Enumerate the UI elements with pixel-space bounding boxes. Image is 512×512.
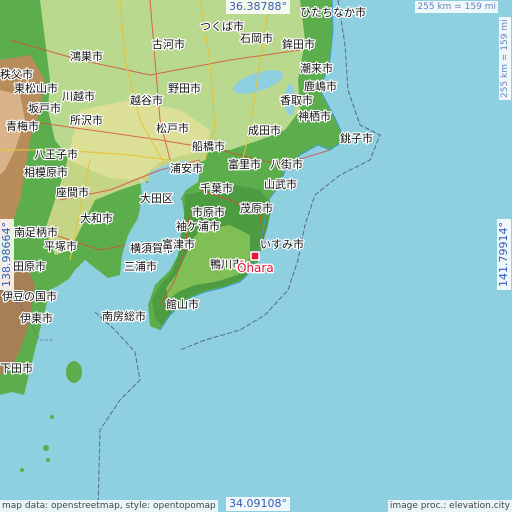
city-label: 富津市 <box>162 237 195 251</box>
south-coordinate: 34.09108° <box>226 497 290 511</box>
city-label: 富里市 <box>228 157 261 171</box>
city-label: 鉾田市 <box>282 37 315 51</box>
city-label: 松戸市 <box>156 121 189 135</box>
city-label: 石岡市 <box>240 31 273 45</box>
city-label: 三浦市 <box>124 259 157 273</box>
city-label: 相模原市 <box>24 165 68 179</box>
city-label: 八王子市 <box>34 147 78 161</box>
oshima-island <box>66 361 82 383</box>
city-label: 青梅市 <box>6 119 39 133</box>
east-coordinate: 141.79914° <box>497 219 511 290</box>
city-label: 東松山市 <box>14 81 58 95</box>
scale-right: 255 km = 159 mi <box>499 17 511 100</box>
city-label: つくば市 <box>200 19 244 33</box>
city-label: 茂原市 <box>240 201 273 215</box>
kozushima-island <box>20 468 24 472</box>
city-label: 八街市 <box>270 157 303 171</box>
city-label: 成田市 <box>248 123 281 137</box>
city-label: 山武市 <box>264 177 297 191</box>
city-label: 香取市 <box>280 93 313 107</box>
city-label: いすみ市 <box>260 237 304 251</box>
city-label: 千葉市 <box>200 181 233 195</box>
attribution-left: map data: openstreetmap, style: opentopo… <box>0 500 218 512</box>
city-label: 銚子市 <box>340 131 373 145</box>
toshima-island <box>50 415 54 419</box>
city-label: 伊東市 <box>20 311 53 325</box>
city-label: 所沢市 <box>70 113 103 127</box>
city-label: 野田市 <box>168 81 201 95</box>
city-label: 神栖市 <box>298 109 331 123</box>
pin-marker[interactable] <box>250 251 260 261</box>
city-label: ひたちなか市 <box>300 5 366 19</box>
city-label: 座間市 <box>56 185 89 199</box>
city-label: 伊豆の国市 <box>2 289 57 303</box>
city-label: 船橋市 <box>192 139 225 153</box>
city-label: 大和市 <box>80 211 113 225</box>
city-label: 坂戸市 <box>28 101 61 115</box>
highlight-label: Ōhara <box>237 261 274 275</box>
city-label: 古河市 <box>152 37 185 51</box>
west-coordinate: 138.98664° <box>0 219 14 290</box>
niijima-island <box>43 445 49 451</box>
city-label: 大田区 <box>140 191 173 205</box>
city-label: 市原市 <box>192 205 225 219</box>
city-label: 鴻巣市 <box>70 49 103 63</box>
city-label: 秩父市 <box>0 67 33 81</box>
city-label: 潮来市 <box>300 61 333 75</box>
scale-top: 255 km = 159 mi <box>415 1 498 13</box>
city-label: 南足柄市 <box>14 225 58 239</box>
city-label: 南房総市 <box>102 309 146 323</box>
city-label: 平塚市 <box>44 239 77 253</box>
city-label: 浦安市 <box>170 161 203 175</box>
north-coordinate: 36.38788° <box>226 0 290 14</box>
city-label: 鹿嶋市 <box>304 79 337 93</box>
shikinejima-island <box>46 458 50 462</box>
topographic-map[interactable]: ひたちなか市 石岡市 鉾田市 鹿嶋市 神栖市 銚子市 成田市 八街市 山武市 千… <box>0 0 512 512</box>
attribution-right: image proc.: elevation.city <box>387 500 512 512</box>
city-label: 越谷市 <box>130 93 163 107</box>
city-label: 館山市 <box>166 297 199 311</box>
city-label: 下田市 <box>0 361 33 375</box>
city-label: 川越市 <box>62 89 95 103</box>
city-label: 袖ケ浦市 <box>176 219 220 233</box>
